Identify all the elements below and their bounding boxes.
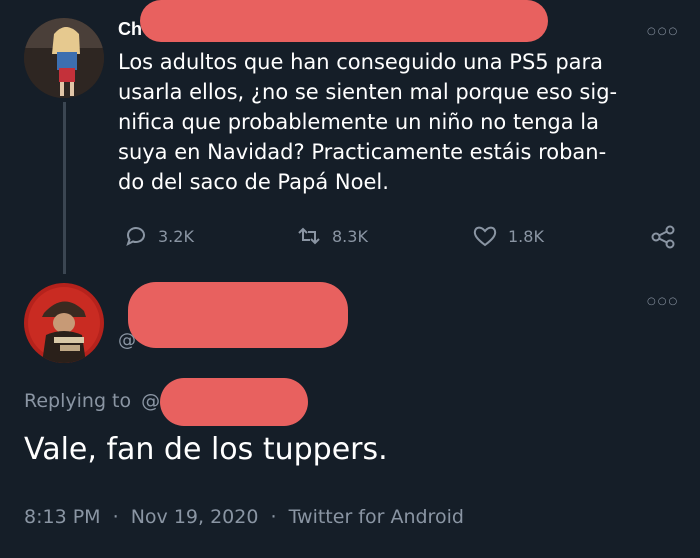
reply-action[interactable]: 3.2K [124, 224, 194, 248]
like-action[interactable]: 1.8K [472, 224, 544, 248]
avatar[interactable] [24, 18, 104, 98]
heart-icon [473, 226, 497, 247]
more-options-icon[interactable]: ○○○ [647, 296, 679, 307]
retweet-icon [298, 227, 320, 245]
replying-to-label: Replying to @ [24, 390, 161, 412]
share-action[interactable] [650, 224, 676, 254]
like-count: 1.8K [508, 226, 544, 246]
tweet-date: Nov 19, 2020 [130, 506, 259, 528]
reply-count: 3.2K [158, 226, 194, 246]
tweet-source[interactable]: Twitter for Android [289, 506, 464, 528]
reply-icon [126, 227, 145, 246]
redaction-reply-handle [160, 378, 308, 426]
tweet-time: 8:13 PM [24, 506, 101, 528]
avatar[interactable] [24, 283, 104, 363]
tweet-text: Los adultos que han conseguido una PS5 p… [118, 50, 618, 194]
handle-prefix: @ [118, 330, 136, 351]
tweet-meta: 8:13 PM · Nov 19, 2020 · Twitter for And… [24, 506, 464, 528]
replying-to-handle[interactable]: @ [141, 390, 160, 412]
more-options-icon[interactable]: ○○○ [647, 26, 679, 37]
redaction-name-handle [128, 282, 348, 348]
retweet-count: 8.3K [332, 226, 368, 246]
retweet-action[interactable]: 8.3K [296, 224, 368, 248]
reply-text: Vale, fan de los tuppers. [24, 432, 388, 467]
display-name-partial: Ch [118, 19, 142, 39]
thread-line [63, 102, 66, 274]
share-icon [651, 225, 675, 249]
redaction-name [140, 0, 548, 42]
